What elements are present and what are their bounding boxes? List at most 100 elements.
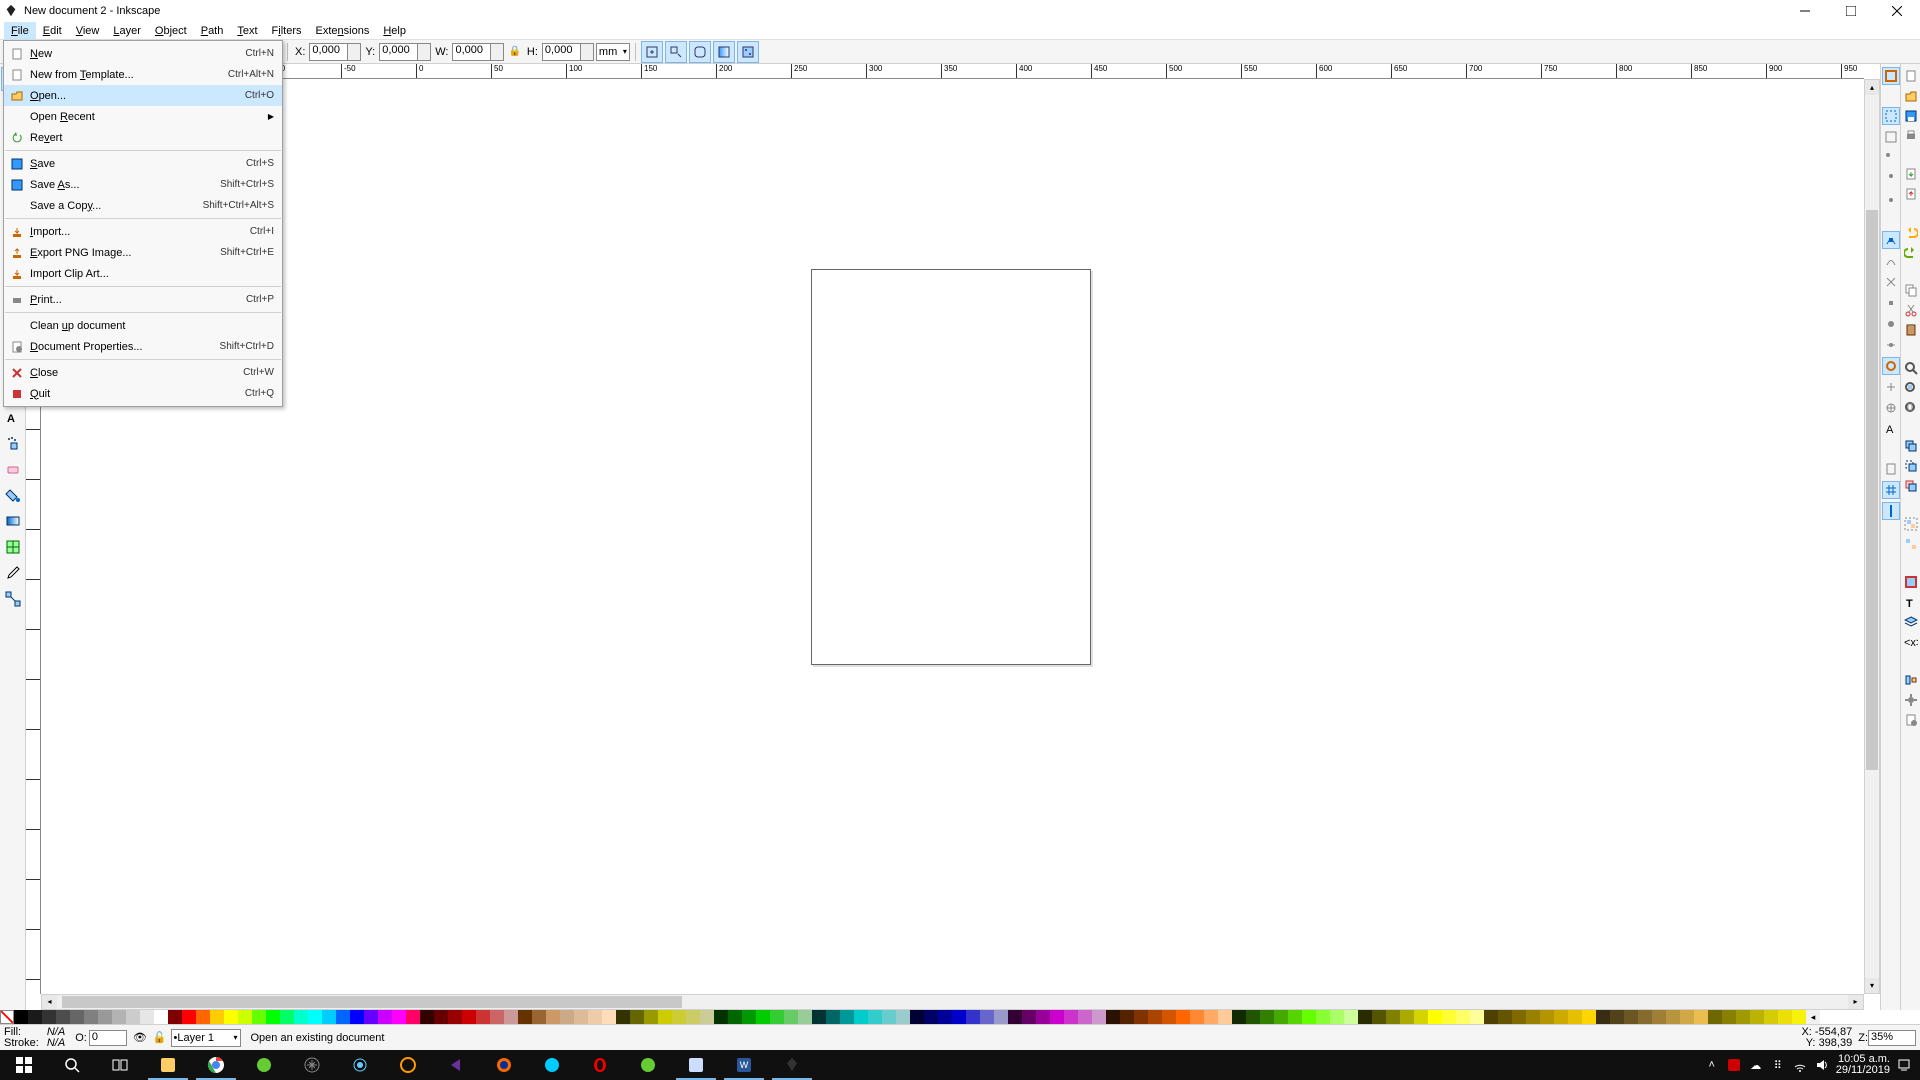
print-icon[interactable]	[1902, 127, 1920, 145]
palette-swatch[interactable]	[1694, 1010, 1708, 1024]
palette-swatch[interactable]	[1778, 1010, 1792, 1024]
cut-icon[interactable]	[1902, 301, 1920, 319]
app-icon-2[interactable]	[288, 1050, 336, 1080]
scroll-thumb[interactable]	[62, 996, 682, 1008]
palette-swatch[interactable]	[196, 1010, 210, 1024]
palette-swatch[interactable]	[588, 1010, 602, 1024]
palette-swatch[interactable]	[1316, 1010, 1330, 1024]
menu-item-revert[interactable]: Revert	[4, 127, 282, 148]
opacity-input[interactable]: 0	[89, 1030, 127, 1046]
undo-icon[interactable]	[1902, 223, 1920, 241]
palette-swatch[interactable]	[1176, 1010, 1190, 1024]
unlink-clone-icon[interactable]	[1902, 477, 1920, 495]
search-icon[interactable]	[48, 1050, 96, 1080]
menu-item-open-recent[interactable]: Open Recent▶	[4, 106, 282, 127]
palette-swatch[interactable]	[1204, 1010, 1218, 1024]
menu-text[interactable]: Text	[230, 22, 264, 40]
snap-node-icon[interactable]	[1882, 231, 1900, 249]
zoom-drawing-icon[interactable]	[1902, 379, 1920, 397]
palette-swatch[interactable]	[322, 1010, 336, 1024]
scroll-down-icon[interactable]: ▾	[1865, 978, 1879, 993]
palette-swatch[interactable]	[70, 1010, 84, 1024]
palette-swatch[interactable]	[420, 1010, 434, 1024]
menu-item-close[interactable]: CloseCtrl+W	[4, 362, 282, 383]
palette-swatch[interactable]	[644, 1010, 658, 1024]
affect-gradient-icon[interactable]	[713, 41, 735, 63]
palette-swatch[interactable]	[728, 1010, 742, 1024]
palette-swatch[interactable]	[1554, 1010, 1568, 1024]
snap-bbox-midpoint-icon[interactable]	[1882, 170, 1900, 188]
palette-swatch[interactable]	[1120, 1010, 1134, 1024]
palette-swatch[interactable]	[896, 1010, 910, 1024]
app-icon-3[interactable]	[336, 1050, 384, 1080]
palette-swatch[interactable]	[854, 1010, 868, 1024]
notifications-icon[interactable]	[1896, 1057, 1912, 1073]
explorer-icon[interactable]	[144, 1050, 192, 1080]
palette-swatch[interactable]	[490, 1010, 504, 1024]
snap-cusp-icon[interactable]	[1882, 294, 1900, 312]
palette-swatch[interactable]	[392, 1010, 406, 1024]
menu-item-import[interactable]: Import...Ctrl+I	[4, 221, 282, 242]
connector-tool[interactable]	[1, 587, 25, 611]
ruler-horizontal[interactable]: -250-200-150-100-50050100150200250300350…	[41, 64, 1864, 79]
palette-swatch[interactable]	[1274, 1010, 1288, 1024]
palette-swatch[interactable]	[1736, 1010, 1750, 1024]
canvas[interactable]	[41, 79, 1864, 994]
menu-filters[interactable]: Filters	[265, 22, 309, 40]
palette-swatch[interactable]	[112, 1010, 126, 1024]
menu-item-export-png-image[interactable]: Export PNG Image...Shift+Ctrl+E	[4, 242, 282, 263]
palette-swatch[interactable]	[252, 1010, 266, 1024]
notepad-icon[interactable]	[672, 1050, 720, 1080]
firefox-icon[interactable]	[480, 1050, 528, 1080]
palette-swatch[interactable]	[1596, 1010, 1610, 1024]
palette-swatch[interactable]	[1022, 1010, 1036, 1024]
menu-edit[interactable]: Edit	[36, 22, 69, 40]
palette-swatch[interactable]	[294, 1010, 308, 1024]
doc-prefs-icon[interactable]	[1902, 711, 1920, 729]
close-button[interactable]	[1874, 0, 1920, 22]
snap-bbox-center-icon[interactable]	[1882, 191, 1900, 209]
palette-swatch[interactable]	[770, 1010, 784, 1024]
snap-object-center-icon[interactable]	[1882, 378, 1900, 396]
paste-icon[interactable]	[1902, 321, 1920, 339]
app-icon-5[interactable]	[624, 1050, 672, 1080]
dropbox-icon[interactable]: ⠿	[1770, 1057, 1786, 1073]
palette-swatch[interactable]	[1064, 1010, 1078, 1024]
menu-item-quit[interactable]: QuitCtrl+Q	[4, 383, 282, 404]
palette-swatch[interactable]	[14, 1010, 28, 1024]
palette-swatch[interactable]	[1484, 1010, 1498, 1024]
start-button[interactable]	[0, 1050, 48, 1080]
palette-swatch[interactable]	[504, 1010, 518, 1024]
palette-swatch[interactable]	[1036, 1010, 1050, 1024]
export-icon[interactable]	[1902, 185, 1920, 203]
palette-swatch[interactable]	[672, 1010, 686, 1024]
palette-swatch[interactable]	[1414, 1010, 1428, 1024]
snap-bbox-icon[interactable]	[1882, 107, 1900, 125]
gradient-tool[interactable]	[1, 509, 25, 533]
palette-swatch[interactable]	[1792, 1010, 1806, 1024]
spray-tool[interactable]	[1, 431, 25, 455]
new-doc-icon[interactable]	[1902, 67, 1920, 85]
snap-intersection-icon[interactable]	[1882, 273, 1900, 291]
scroll-right-icon[interactable]: ▸	[1848, 995, 1863, 1009]
ungroup-icon[interactable]	[1902, 535, 1920, 553]
scrollbar-vertical[interactable]: ▴ ▾	[1864, 79, 1880, 994]
affect-corner-icon[interactable]	[689, 41, 711, 63]
palette-swatch[interactable]	[1750, 1010, 1764, 1024]
palette-swatch[interactable]	[84, 1010, 98, 1024]
snap-rotation-center-icon[interactable]	[1882, 399, 1900, 417]
zoom-fit-icon[interactable]	[1902, 359, 1920, 377]
affect-move-icon[interactable]	[641, 41, 663, 63]
snap-grid-icon[interactable]	[1882, 481, 1900, 499]
align-icon[interactable]	[1902, 671, 1920, 689]
menu-item-clean-up-document[interactable]: Clean up document	[4, 315, 282, 336]
palette-swatch[interactable]	[1568, 1010, 1582, 1024]
snap-guide-icon[interactable]	[1882, 502, 1900, 520]
affect-scale-icon[interactable]	[665, 41, 687, 63]
w-input[interactable]: 0,000	[452, 43, 504, 61]
prefs-icon[interactable]	[1902, 691, 1920, 709]
palette-swatch[interactable]	[994, 1010, 1008, 1024]
palette-swatch[interactable]	[1232, 1010, 1246, 1024]
word-icon[interactable]: W	[720, 1050, 768, 1080]
palette-swatch[interactable]	[1624, 1010, 1638, 1024]
